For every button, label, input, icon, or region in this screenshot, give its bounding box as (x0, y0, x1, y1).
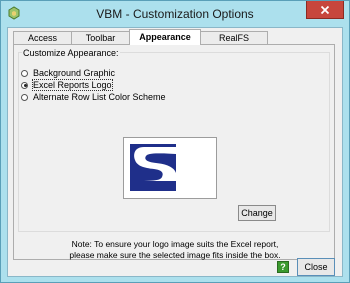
close-icon (320, 5, 330, 14)
tab-realfs[interactable]: RealFS (200, 31, 268, 45)
help-button[interactable]: ? (277, 261, 289, 273)
option-alternate-row-color[interactable]: Alternate Row List Color Scheme (21, 92, 166, 102)
radio-label: Background Graphic (33, 68, 116, 78)
window-close-button[interactable] (306, 1, 344, 19)
close-button[interactable]: Close (297, 258, 335, 276)
tab-appearance[interactable]: Appearance (129, 29, 201, 45)
radio-label: Excel Reports Logo (32, 79, 113, 91)
change-button[interactable]: Change (238, 205, 276, 221)
note-line-1: Note: To ensure your logo image suits th… (71, 239, 279, 249)
option-background-graphic[interactable]: Background Graphic (21, 68, 115, 78)
tab-strip: Access Toolbar Appearance RealFS (13, 29, 268, 45)
note-text: Note: To ensure your logo image suits th… (14, 239, 336, 261)
tab-toolbar[interactable]: Toolbar (71, 31, 130, 45)
radio-button[interactable] (21, 69, 28, 77)
dialog-body: Access Toolbar Appearance RealFS Customi… (7, 27, 343, 277)
appearance-panel: Customize Appearance: Background Graphic… (13, 44, 335, 260)
dialog-window: VBM - Customization Options Access Toolb… (0, 0, 350, 283)
logo-preview-box (123, 137, 217, 199)
window-title: VBM - Customization Options (96, 7, 254, 21)
note-line-2: please make sure the selected image fits… (69, 250, 281, 260)
option-excel-reports-logo[interactable]: Excel Reports Logo (21, 79, 113, 91)
tab-access[interactable]: Access (13, 31, 72, 45)
logo-image (130, 144, 176, 191)
radio-label: Alternate Row List Color Scheme (33, 92, 166, 102)
group-label: Customize Appearance: (22, 48, 120, 58)
radio-button[interactable] (21, 93, 28, 101)
title-bar[interactable]: VBM - Customization Options (1, 1, 349, 27)
radio-button[interactable] (21, 81, 28, 89)
